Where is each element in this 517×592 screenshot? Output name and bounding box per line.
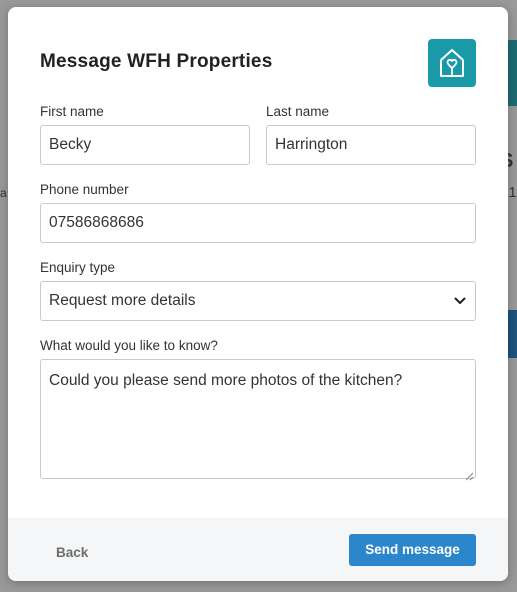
phone-number-field[interactable] [40, 203, 476, 243]
first-name-label: First name [40, 104, 104, 119]
enquiry-type-value: Request more details [49, 292, 196, 309]
house-heart-icon [428, 39, 476, 87]
resize-handle[interactable] [465, 468, 474, 481]
enquiry-type-label: Enquiry type [40, 260, 116, 275]
back-button[interactable]: Back [40, 540, 104, 566]
last-name-field[interactable] [266, 125, 476, 165]
first-name-field[interactable] [40, 125, 250, 165]
message-textarea[interactable]: Could you please send more photos of the… [40, 359, 476, 479]
last-name-label: Last name [266, 104, 330, 119]
send-message-button[interactable]: Send message [349, 534, 476, 566]
dialog-title: Message WFH Properties [40, 51, 273, 72]
dialog-footer: Back Send message [8, 518, 508, 581]
message-label: What would you like to know? [40, 338, 218, 353]
enquiry-type-select[interactable]: Request more details [40, 281, 476, 321]
phone-number-label: Phone number [40, 182, 129, 197]
message-dialog: Message WFH Properties First name Last n… [8, 7, 508, 581]
chevron-down-icon [453, 294, 467, 308]
